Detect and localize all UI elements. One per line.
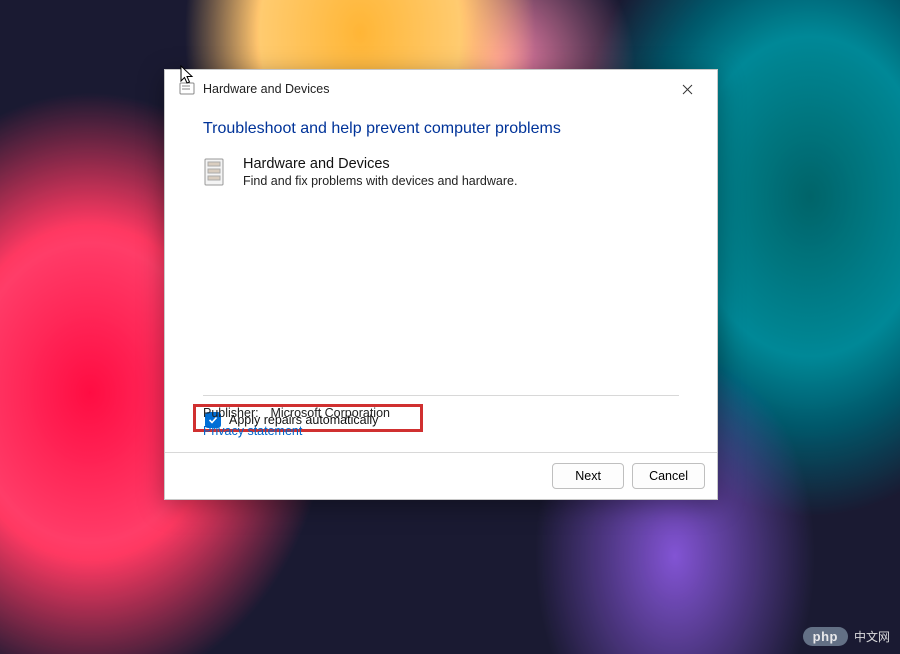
close-button[interactable]: [665, 74, 709, 104]
watermark-badge: php: [803, 627, 848, 646]
dialog-content: Troubleshoot and help prevent computer p…: [165, 108, 717, 395]
title-bar: Hardware and Devices: [165, 70, 717, 108]
cancel-button[interactable]: Cancel: [632, 463, 705, 489]
next-button[interactable]: Next: [552, 463, 624, 489]
dialog-footer: Next Cancel: [165, 452, 717, 499]
close-icon: [682, 84, 693, 95]
publisher-label: Publisher:: [203, 406, 267, 420]
hardware-devices-icon: [203, 156, 231, 188]
watermark: php 中文网: [803, 627, 890, 646]
troubleshooter-icon: [179, 81, 195, 97]
watermark-text: 中文网: [854, 628, 890, 645]
section-description: Find and fix problems with devices and h…: [243, 174, 517, 188]
divider: [203, 395, 679, 396]
section-title: Hardware and Devices: [243, 156, 517, 172]
page-heading: Troubleshoot and help prevent computer p…: [203, 120, 679, 138]
privacy-statement-link[interactable]: Privacy statement: [203, 424, 679, 438]
meta-area: Publisher: Microsoft Corporation Privacy…: [165, 395, 717, 452]
window-title: Hardware and Devices: [203, 82, 665, 96]
troubleshooter-dialog: Hardware and Devices Troubleshoot and he…: [164, 69, 718, 500]
troubleshooter-section: Hardware and Devices Find and fix proble…: [203, 156, 679, 188]
publisher-value: Microsoft Corporation: [270, 406, 390, 420]
publisher-row: Publisher: Microsoft Corporation: [203, 406, 679, 420]
